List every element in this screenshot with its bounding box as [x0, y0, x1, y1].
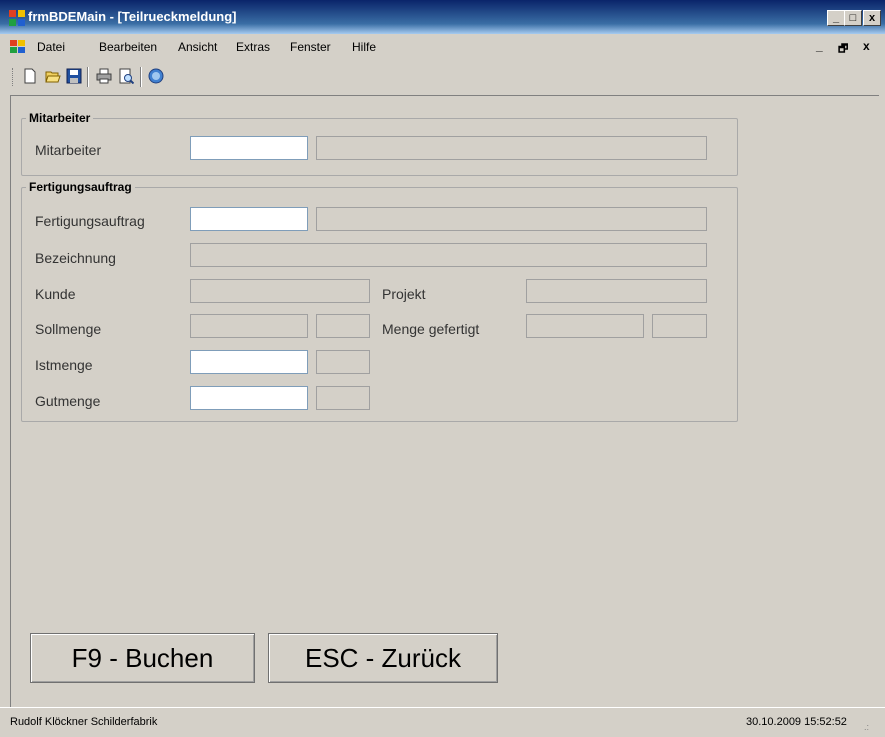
menu-bearbeiten[interactable]: Bearbeiten [99, 40, 157, 54]
kunde-field [190, 279, 370, 303]
application-window: frmBDEMain - [Teilrueckmeldung] _ □ x Da… [0, 0, 885, 737]
menu-ansicht[interactable]: Ansicht [178, 40, 217, 54]
mitarbeiter-name-field [316, 136, 707, 160]
fertigungsauftrag-label: Fertigungsauftrag [35, 213, 145, 229]
gutmenge-label: Gutmenge [35, 393, 101, 409]
title-bar[interactable]: frmBDEMain - [Teilrueckmeldung] _ □ x [0, 0, 885, 34]
new-icon[interactable] [22, 68, 38, 84]
status-datetime: 30.10.2009 15:52:52 [746, 716, 847, 728]
open-icon[interactable] [45, 68, 61, 84]
istmenge-unit-field [316, 350, 370, 374]
istmenge-input[interactable] [190, 350, 308, 374]
help-icon[interactable] [148, 68, 164, 84]
book-button[interactable]: F9 - Buchen [30, 633, 255, 683]
projekt-field [526, 279, 707, 303]
projekt-label: Projekt [382, 286, 426, 302]
mdi-minimize-button[interactable]: _ [816, 39, 823, 53]
status-company: Rudolf Klöckner Schilderfabrik [10, 716, 158, 728]
mdi-close-button[interactable]: x [863, 39, 870, 53]
window-title: frmBDEMain - [Teilrueckmeldung] [28, 9, 237, 24]
app-icon [9, 10, 25, 26]
menu-fenster[interactable]: Fenster [290, 40, 331, 54]
fertigungsauftrag-input[interactable] [190, 207, 308, 231]
menu-hilfe[interactable]: Hilfe [352, 40, 376, 54]
toolbar-separator [87, 67, 89, 87]
size-grip[interactable]: .: [864, 722, 869, 732]
kunde-label: Kunde [35, 286, 76, 302]
bezeichnung-label: Bezeichnung [35, 250, 116, 266]
back-button[interactable]: ESC - Zurück [268, 633, 498, 683]
save-icon[interactable] [66, 68, 82, 84]
gutmenge-input[interactable] [190, 386, 308, 410]
fertigungsauftrag-name-field [316, 207, 707, 231]
close-button[interactable]: x [863, 10, 881, 26]
sollmenge-unit-field [316, 314, 370, 338]
sollmenge-label: Sollmenge [35, 321, 102, 337]
istmenge-label: Istmenge [35, 357, 93, 373]
minimize-button[interactable]: _ [827, 10, 845, 26]
bezeichnung-field [190, 243, 707, 267]
fertigungsauftrag-group-title: Fertigungsauftrag [26, 180, 135, 194]
print-preview-icon[interactable] [118, 68, 134, 84]
toolbar-separator [140, 67, 142, 87]
menge-gefertigt-label: Menge gefertigt [382, 321, 480, 337]
menu-extras[interactable]: Extras [236, 40, 270, 54]
menge-gefertigt-unit-field [652, 314, 707, 338]
menge-gefertigt-field [526, 314, 644, 338]
maximize-button[interactable]: □ [844, 10, 862, 26]
mitarbeiter-code-input[interactable] [190, 136, 308, 160]
toolbar-grip[interactable] [12, 68, 16, 86]
menu-datei[interactable]: Datei [37, 40, 65, 54]
mdi-child-icon[interactable] [10, 40, 26, 54]
sollmenge-field [190, 314, 308, 338]
mdi-restore-button[interactable]: 🗗 [838, 40, 848, 59]
mitarbeiter-group-title: Mitarbeiter [26, 111, 94, 125]
print-icon[interactable] [96, 68, 112, 84]
mitarbeiter-label: Mitarbeiter [35, 142, 102, 158]
gutmenge-unit-field [316, 386, 370, 410]
